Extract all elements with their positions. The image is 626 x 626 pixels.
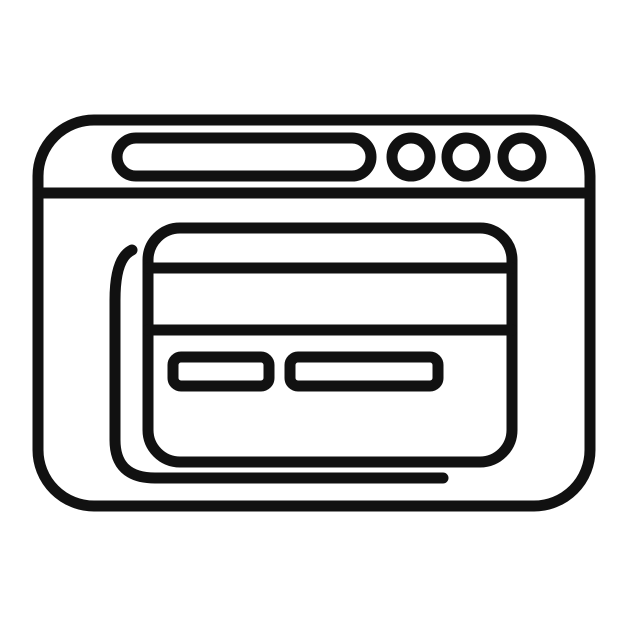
icon-canvas bbox=[0, 0, 626, 626]
card-field-short bbox=[167, 351, 275, 392]
card-field-long bbox=[284, 351, 444, 392]
address-bar bbox=[111, 132, 377, 182]
window-dot-3-icon bbox=[497, 132, 547, 182]
online-card-payment-icon bbox=[32, 114, 596, 512]
window-dot-1-icon bbox=[386, 132, 436, 182]
card-shadow bbox=[109, 244, 449, 484]
window-dot-2-icon bbox=[441, 132, 491, 182]
